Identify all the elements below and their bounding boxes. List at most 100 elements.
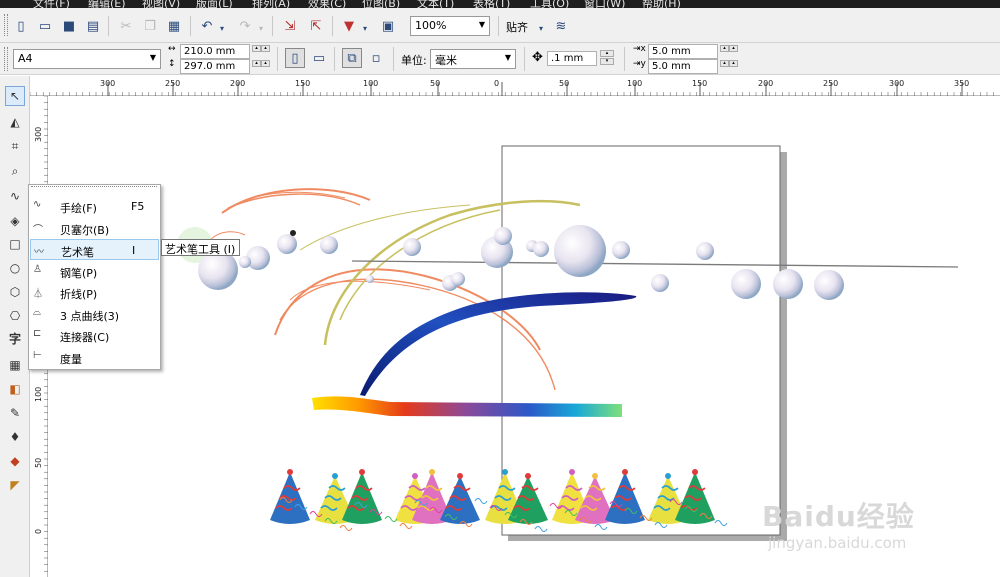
bezier-icon: ⌒: [33, 224, 43, 236]
nudge-spin-up[interactable]: ▴: [600, 50, 614, 57]
menu-item[interactable]: 版面(L): [196, 0, 233, 8]
new-document-icon[interactable]: ▯: [11, 16, 31, 36]
dup-y-spin-down[interactable]: ▴: [729, 60, 738, 67]
flyout-item[interactable]: ⊢ 度量: [30, 347, 159, 368]
launcher-dropdown-icon[interactable]: ▾: [360, 18, 370, 38]
page-width-field[interactable]: 210.0 mm: [180, 44, 250, 59]
interactive-blend-tool-icon[interactable]: ◧: [5, 379, 25, 399]
interactive-fill-tool-icon[interactable]: ◤: [5, 475, 25, 495]
property-bar: A4 ▼ ↔ 210.0 mm ↕ 297.0 mm ▴ ▴ ▴ ▴ ▯ ▭ ⧉ …: [0, 43, 1000, 75]
baidu-watermark-url: jingyan.baidu.com: [768, 534, 907, 552]
flyout-item-label: 连接器(C): [60, 331, 110, 344]
width-spin-up[interactable]: ▴: [252, 45, 261, 52]
snap-to-button[interactable]: 贴齐: [506, 19, 528, 35]
ruler-v-label: 300: [34, 127, 43, 142]
dup-y-spin-up[interactable]: ▴: [720, 60, 729, 67]
redo-dropdown-icon[interactable]: ▾: [256, 18, 266, 38]
duplicate-x-field[interactable]: 5.0 mm: [648, 44, 718, 59]
duplicate-y-field[interactable]: 5.0 mm: [648, 59, 718, 74]
menu-item[interactable]: 表格(T): [473, 0, 510, 8]
open-icon[interactable]: ▭: [35, 16, 55, 36]
export-icon[interactable]: ⇱: [306, 16, 326, 36]
width-spin-down[interactable]: ▴: [261, 45, 270, 52]
menu-item[interactable]: 窗口(W): [584, 0, 625, 8]
menu-item[interactable]: 工具(O): [530, 0, 569, 8]
paste-icon[interactable]: ▦: [164, 16, 184, 36]
property-bar-grip[interactable]: [4, 47, 8, 71]
3-point-curve-icon: ⌓: [33, 306, 41, 318]
toolbox: ↖ ◭ ⌗ ⌕ ∿ ◈ □ ○ ⬡ ⎔ 字 ▦ ◧ ✎ ♦ ◆ ◤: [0, 76, 30, 577]
crop-tool-icon[interactable]: ⌗: [5, 136, 25, 156]
rectangle-tool-icon[interactable]: □: [5, 234, 25, 254]
dimension-icon: ⊢: [33, 349, 42, 361]
options-icon[interactable]: ≋: [551, 16, 571, 36]
height-spin-down[interactable]: ▴: [261, 60, 270, 67]
import-icon[interactable]: ⇲: [280, 16, 300, 36]
flyout-item-label: 贝塞尔(B): [60, 223, 110, 237]
copy-icon[interactable]: ❐: [140, 16, 160, 36]
polyline-icon: ⏃: [33, 289, 43, 300]
units-select[interactable]: 毫米 ▼: [430, 49, 516, 69]
all-pages-icon[interactable]: ⧉: [342, 48, 362, 68]
connector-icon: ⊏: [33, 328, 42, 339]
portrait-icon[interactable]: ▯: [285, 48, 305, 68]
undo-dropdown-icon[interactable]: ▾: [217, 18, 227, 38]
flyout-item[interactable]: ♙ 钢笔(P): [30, 261, 159, 282]
welcome-screen-icon[interactable]: ▣: [378, 16, 398, 36]
menu-item[interactable]: 文本(T): [417, 0, 454, 8]
current-page-icon[interactable]: ▫: [366, 48, 386, 68]
shape-tool-icon[interactable]: ◭: [5, 112, 25, 132]
menu-item[interactable]: 位图(B): [362, 0, 400, 8]
snap-dropdown-icon[interactable]: ▾: [536, 18, 546, 38]
flyout-item[interactable]: ⏃ 折线(P): [30, 282, 159, 303]
flyout-item[interactable]: ⌒ 贝塞尔(B): [30, 218, 159, 239]
page-height-field[interactable]: 297.0 mm: [180, 59, 250, 74]
menu-item[interactable]: 视图(V): [142, 0, 180, 8]
page-size-select[interactable]: A4 ▼: [13, 49, 161, 69]
text-tool-icon[interactable]: 字: [5, 328, 25, 348]
ruler-v-label: 0: [34, 529, 43, 534]
save-icon[interactable]: ■: [59, 16, 79, 36]
landscape-icon[interactable]: ▭: [309, 48, 329, 68]
toolbar-grip[interactable]: [4, 14, 8, 36]
pick-tool-icon[interactable]: ↖: [5, 86, 25, 106]
outline-tool-icon[interactable]: ♦: [5, 427, 25, 447]
menu-item[interactable]: 帮助(H): [642, 0, 681, 8]
party-hat: [342, 472, 382, 524]
zoom-combo[interactable]: 100% ▼: [410, 16, 490, 36]
nudge-distance-field[interactable]: .1 mm: [547, 51, 597, 66]
polygon-tool-icon[interactable]: ⬡: [5, 282, 25, 302]
flyout-grip[interactable]: [31, 186, 157, 189]
page-width-icon: ↔: [168, 44, 176, 54]
smart-fill-tool-icon[interactable]: ◈: [5, 211, 25, 231]
nudge-spin-down[interactable]: ▾: [600, 58, 614, 65]
menu-item[interactable]: 编辑(E): [88, 0, 126, 8]
print-icon[interactable]: ▤: [83, 16, 103, 36]
table-tool-icon[interactable]: ▦: [5, 355, 25, 375]
dup-x-spin-up[interactable]: ▴: [720, 45, 729, 52]
fill-tool-icon[interactable]: ◆: [5, 451, 25, 471]
height-spin-up[interactable]: ▴: [252, 60, 261, 67]
flyout-item[interactable]: 〰 艺术笔 I: [30, 239, 159, 260]
flyout-item[interactable]: ∿ 手绘(F) F5: [30, 196, 159, 217]
application-launcher-icon[interactable]: ▼: [339, 16, 359, 36]
tool-tooltip: 艺术笔工具 (I): [161, 239, 240, 256]
menu-item[interactable]: 排列(A): [252, 0, 290, 8]
flyout-item[interactable]: ⌓ 3 点曲线(3): [30, 304, 159, 325]
basic-shapes-tool-icon[interactable]: ⎔: [5, 306, 25, 326]
undo-icon[interactable]: ↶: [197, 16, 217, 36]
eyedropper-tool-icon[interactable]: ✎: [5, 403, 25, 423]
flyout-item[interactable]: ⊏ 连接器(C): [30, 325, 159, 346]
page-size-value: A4: [18, 52, 33, 65]
ruler-v-label: 50: [34, 458, 43, 468]
zoom-tool-icon[interactable]: ⌕: [5, 161, 25, 181]
horizontal-ruler[interactable]: 30025020015010050050100150200250300350: [29, 76, 1000, 96]
cut-icon[interactable]: ✂: [116, 16, 136, 36]
ellipse-tool-icon[interactable]: ○: [5, 258, 25, 278]
freehand-tool-icon[interactable]: ∿: [5, 186, 25, 206]
menu-item[interactable]: 文件(F): [33, 0, 70, 8]
redo-icon[interactable]: ↷: [235, 16, 255, 36]
pen-icon: ♙: [33, 263, 42, 275]
menu-item[interactable]: 效果(C): [308, 0, 346, 8]
dup-x-spin-down[interactable]: ▴: [729, 45, 738, 52]
